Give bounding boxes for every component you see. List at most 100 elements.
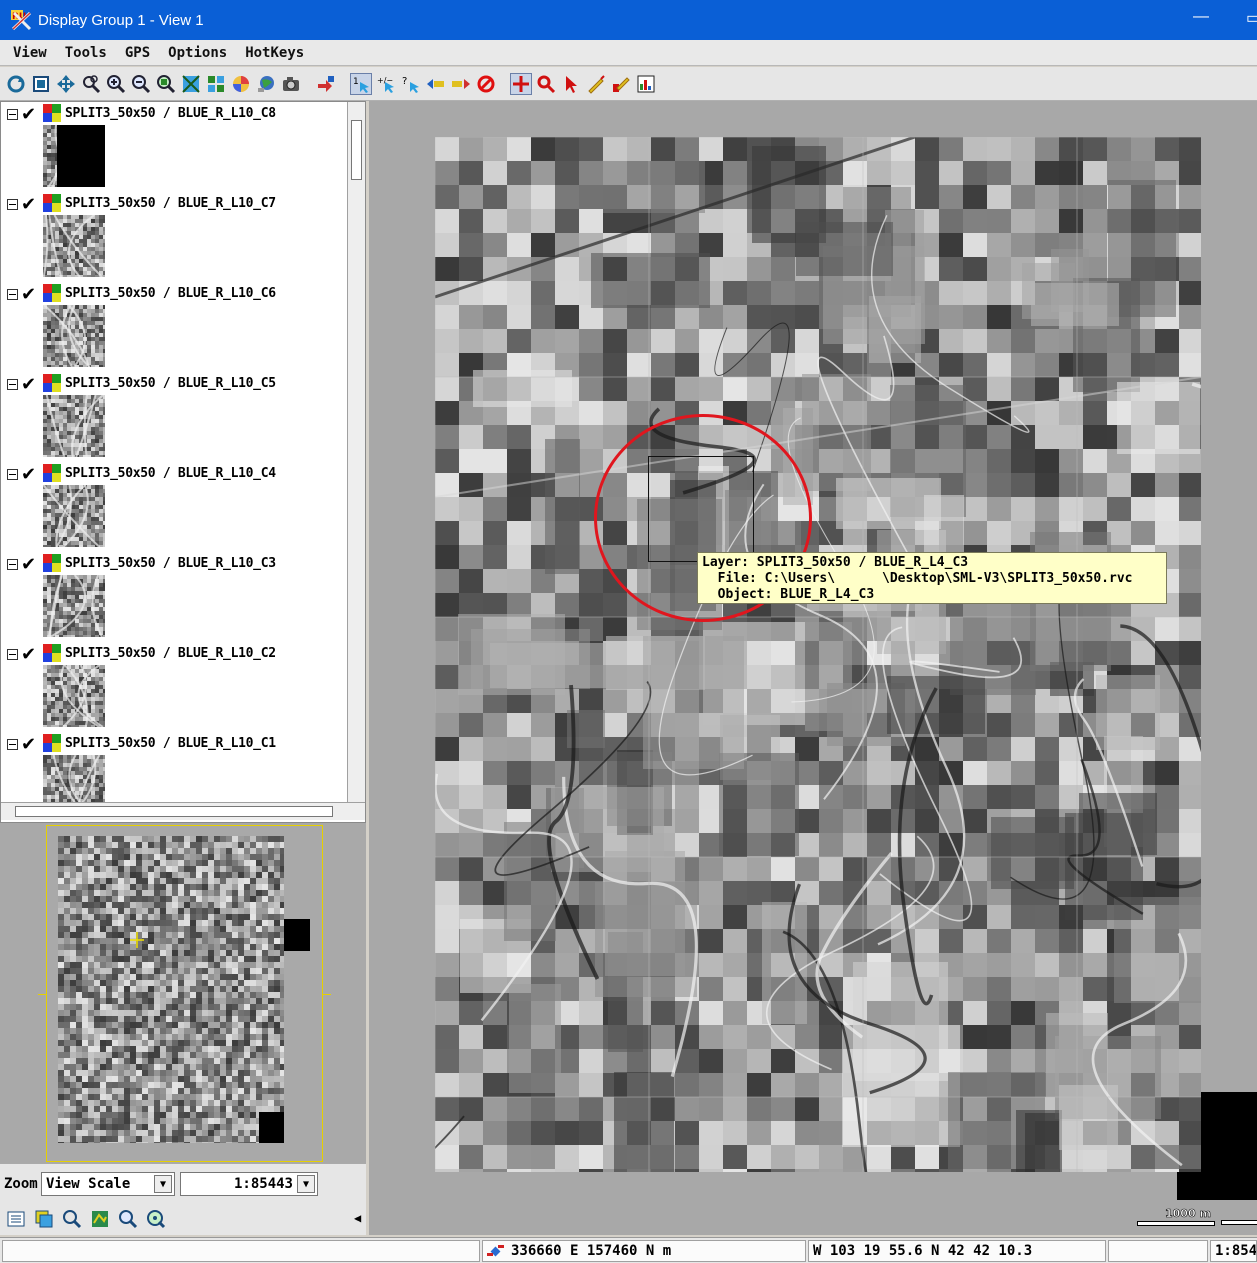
move-crosshair-icon[interactable] — [510, 73, 532, 95]
chevron-down-icon[interactable]: ▼ — [154, 1175, 172, 1193]
measure-icon[interactable] — [585, 73, 607, 95]
collapse-icon[interactable] — [7, 469, 18, 480]
menu-view[interactable]: View — [13, 45, 47, 61]
layer-row[interactable]: ✔ SPLIT3_50x50 / BLUE_R_L10_C8 — [1, 102, 347, 192]
redraw-icon[interactable] — [5, 73, 27, 95]
layer-row[interactable]: ✔ SPLIT3_50x50 / BLUE_R_L10_C5 — [1, 372, 347, 462]
layer-row[interactable]: ✔ SPLIT3_50x50 / BLUE_R_L10_C2 — [1, 642, 347, 732]
collapse-icon[interactable] — [7, 199, 18, 210]
rgb-raster-icon — [43, 374, 61, 392]
maximize-button[interactable]: ▭ — [1246, 8, 1257, 28]
zoom-layer-icon[interactable] — [155, 73, 177, 95]
group-icon[interactable] — [33, 1208, 55, 1230]
overview-left-tick — [38, 994, 46, 995]
collapse-icon[interactable] — [7, 559, 18, 570]
layer-row[interactable]: ✔ SPLIT3_50x50 / BLUE_R_L10_C6 — [1, 282, 347, 372]
rgb-raster-icon — [43, 284, 61, 302]
menu-options[interactable]: Options — [168, 45, 227, 61]
zoom-tool-icon[interactable] — [535, 73, 557, 95]
layer-list: ✔ SPLIT3_50x50 / BLUE_R_L10_C8 ✔ SPLIT3_50x… — [1, 102, 347, 802]
search-icon[interactable] — [61, 1208, 83, 1230]
collapse-icon[interactable] — [7, 109, 18, 120]
rgb-raster-icon — [43, 104, 61, 122]
add-layer-icon[interactable] — [315, 73, 337, 95]
tooltip-layer: Layer: SPLIT3_50x50 / BLUE_R_L4_C3 — [702, 555, 969, 570]
menu-gps[interactable]: GPS — [125, 45, 150, 61]
visibility-check-icon[interactable]: ✔ — [21, 284, 36, 305]
layer-name[interactable]: SPLIT3_50x50 / BLUE_R_L10_C6 — [65, 286, 276, 301]
map-view[interactable]: Layer: SPLIT3_50x50 / BLUE_R_L4_C3 File:… — [369, 101, 1257, 1235]
layer-name[interactable]: SPLIT3_50x50 / BLUE_R_L10_C8 — [65, 106, 276, 121]
multi-select-icon[interactable]: +/− — [375, 73, 397, 95]
chevron-down-icon[interactable]: ▼ — [297, 1175, 315, 1193]
visibility-check-icon[interactable]: ✔ — [21, 464, 36, 485]
zoom-mode-select[interactable]: View Scale ▼ — [41, 1172, 175, 1196]
collapse-panel-icon[interactable]: ◀ — [354, 1211, 361, 1225]
visibility-check-icon[interactable]: ✔ — [21, 104, 36, 125]
zoom-to-selection-icon[interactable] — [145, 1208, 167, 1230]
visibility-check-icon[interactable]: ✔ — [21, 554, 36, 575]
zoom-to-layer-icon[interactable] — [117, 1208, 139, 1230]
layer-thumbnail — [43, 305, 105, 367]
scrollbar-thumb[interactable] — [351, 120, 362, 180]
color-wheel-icon[interactable] — [230, 73, 252, 95]
visibility-check-icon[interactable]: ✔ — [21, 194, 36, 215]
select-tool-icon[interactable]: 1 — [350, 73, 372, 95]
overview-image[interactable] — [58, 836, 284, 1143]
full-view-icon[interactable] — [30, 73, 52, 95]
layer-thumbnail — [43, 395, 105, 457]
visibility-check-icon[interactable]: ✔ — [21, 374, 36, 395]
scale-bar-graphic — [1137, 1221, 1215, 1226]
layer-row[interactable]: ✔ SPLIT3_50x50 / BLUE_R_L10_C4 — [1, 462, 347, 552]
layer-name[interactable]: SPLIT3_50x50 / BLUE_R_L10_C5 — [65, 376, 276, 391]
menu-hotkeys[interactable]: HotKeys — [245, 45, 304, 61]
visibility-check-icon[interactable]: ✔ — [21, 734, 36, 755]
collapse-icon[interactable] — [7, 379, 18, 390]
layer-list-vertical-scrollbar[interactable] — [347, 102, 365, 802]
layer-name[interactable]: SPLIT3_50x50 / BLUE_R_L10_C3 — [65, 556, 276, 571]
status-scale-value: 1:85443 — [1215, 1243, 1257, 1259]
overview-locator[interactable] — [0, 823, 366, 1163]
zoom-box-icon[interactable] — [80, 73, 102, 95]
sketch-icon[interactable] — [610, 73, 632, 95]
pan-icon[interactable] — [55, 73, 77, 95]
raster-imagery[interactable] — [435, 137, 1201, 1172]
zoom-in-icon[interactable] — [105, 73, 127, 95]
minimize-button[interactable]: — — [1193, 8, 1209, 26]
layer-thumbnail — [43, 755, 105, 802]
layer-info-tooltip: Layer: SPLIT3_50x50 / BLUE_R_L4_C3 File:… — [697, 552, 1167, 604]
zoom-scale-field[interactable]: 1:85443 ▼ — [180, 1172, 318, 1196]
zoom-extents-icon[interactable] — [180, 73, 202, 95]
layer-row[interactable]: ✔ SPLIT3_50x50 / BLUE_R_L10_C7 — [1, 192, 347, 282]
next-element-icon[interactable] — [450, 73, 472, 95]
zoom-bar: Zoom View Scale ▼ 1:85443 ▼ — [0, 1163, 366, 1201]
clear-selection-icon[interactable] — [475, 73, 497, 95]
histogram-icon[interactable] — [635, 73, 657, 95]
overview-nodata-area — [284, 919, 310, 951]
zoom-out-icon[interactable] — [130, 73, 152, 95]
previous-element-icon[interactable] — [425, 73, 447, 95]
zoom-label: Zoom — [4, 1176, 38, 1192]
snapshot-camera-icon[interactable] — [280, 73, 302, 95]
collapse-icon[interactable] — [7, 649, 18, 660]
layer-name[interactable]: SPLIT3_50x50 / BLUE_R_L10_C7 — [65, 196, 276, 211]
menu-tools[interactable]: Tools — [65, 45, 107, 61]
zoom-group-icon[interactable] — [205, 73, 227, 95]
layer-row[interactable]: ✔ SPLIT3_50x50 / BLUE_R_L10_C3 — [1, 552, 347, 642]
gps-satellite-icon — [486, 1242, 506, 1261]
scrollbar-thumb[interactable] — [15, 806, 333, 817]
pointer-icon[interactable] — [560, 73, 582, 95]
layer-list-horizontal-scrollbar[interactable] — [1, 802, 365, 820]
gps-globe-icon[interactable] — [255, 73, 277, 95]
query-icon[interactable]: ? — [400, 73, 422, 95]
visibility-check-icon[interactable]: ✔ — [21, 644, 36, 665]
layer-name[interactable]: SPLIT3_50x50 / BLUE_R_L10_C1 — [65, 736, 276, 751]
layer-name[interactable]: SPLIT3_50x50 / BLUE_R_L10_C2 — [65, 646, 276, 661]
collapse-icon[interactable] — [7, 289, 18, 300]
layer-name[interactable]: SPLIT3_50x50 / BLUE_R_L10_C4 — [65, 466, 276, 481]
map-layer-icon[interactable] — [89, 1208, 111, 1230]
legend-icon[interactable] — [5, 1208, 27, 1230]
collapse-icon[interactable] — [7, 739, 18, 750]
status-empty-field — [1108, 1240, 1208, 1262]
layer-row[interactable]: ✔ SPLIT3_50x50 / BLUE_R_L10_C1 — [1, 732, 347, 802]
